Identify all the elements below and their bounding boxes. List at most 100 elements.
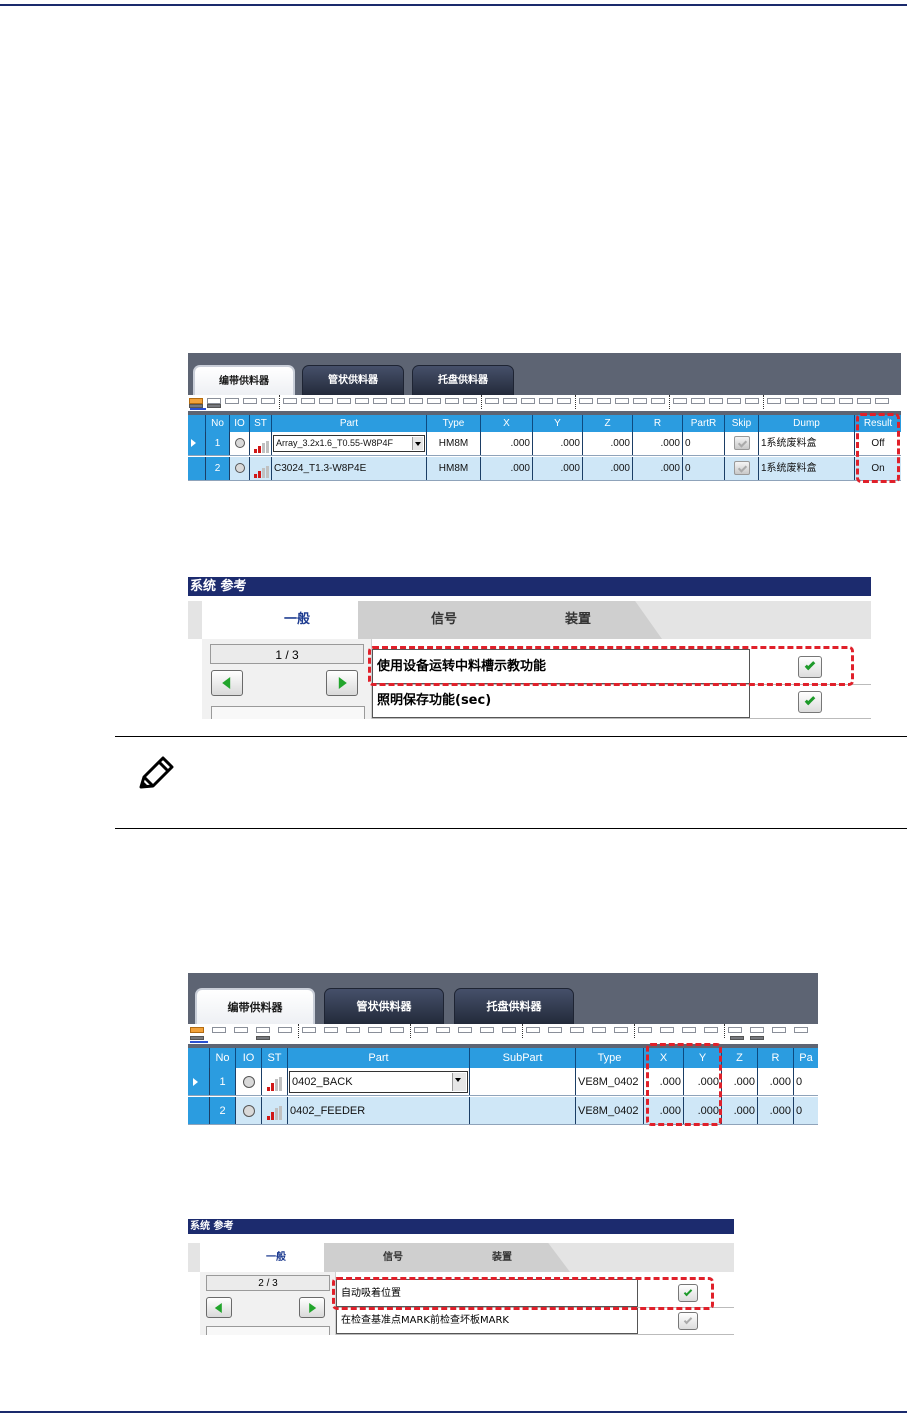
note-block [115, 736, 907, 829]
option-checkbox[interactable] [678, 1284, 698, 1302]
option-row[interactable]: 在检查基准点MARK前检查坏板MARK [336, 1308, 734, 1335]
col-x[interactable]: X [481, 415, 533, 432]
partr-value: 0 [683, 432, 725, 455]
tab-device[interactable]: 装置 [434, 1243, 570, 1272]
z-value: .000 [583, 432, 633, 455]
option-checkbox[interactable] [798, 655, 822, 678]
col-y[interactable]: Y [684, 1048, 722, 1068]
x-value: .000 [481, 457, 533, 480]
col-st[interactable]: ST [262, 1048, 288, 1068]
signal-bars-icon [267, 1077, 283, 1091]
settings-tabs: 一般 信号 装置 [188, 601, 871, 639]
table-row[interactable]: 2 0402_FEEDER VE8M_0402 .000 .000 .000 .… [188, 1097, 818, 1125]
col-type[interactable]: Type [427, 415, 481, 432]
table-header: No IO ST Part Type X Y Z R PartR Skip Du… [188, 415, 901, 432]
pa-value: 0 [796, 1105, 803, 1117]
type-value: VE8M_0402 [576, 1097, 644, 1124]
option-row[interactable]: 自动吸着位置 [336, 1279, 734, 1308]
col-r[interactable]: R [633, 415, 683, 432]
x-value: .000 [644, 1068, 684, 1095]
option-row[interactable]: 使用设备运转中料槽示教功能 [372, 649, 871, 685]
option-label: 使用设备运转中料槽示教功能 [372, 649, 750, 684]
col-subpart[interactable]: SubPart [470, 1048, 576, 1068]
lane-status-strip[interactable] [188, 395, 901, 411]
header-rule [0, 4, 907, 6]
table-row[interactable]: 2 C3024_T1.3-W8P4E HM8M .000 .000 .000 .… [188, 457, 901, 481]
tab-tray-feeder[interactable]: 托盘供料器 [454, 988, 574, 1024]
blank-button[interactable] [211, 706, 365, 719]
z-value: .000 [583, 457, 633, 480]
col-dump[interactable]: Dump [759, 415, 855, 432]
part-value: 0402_BACK [292, 1076, 353, 1088]
part-value[interactable]: 0402_FEEDER [288, 1097, 470, 1124]
row-pointer-icon [193, 1078, 198, 1086]
col-r[interactable]: R [758, 1048, 794, 1068]
y-value: .000 [684, 1097, 722, 1124]
footer-rule [0, 1411, 907, 1413]
page-indicator: 2 / 3 [206, 1275, 330, 1291]
subpart-value [470, 1097, 576, 1124]
dump-value: 1系统废料盒 [759, 457, 855, 480]
col-partr[interactable]: PartR [683, 415, 725, 432]
col-z[interactable]: Z [722, 1048, 758, 1068]
col-x[interactable]: X [644, 1048, 684, 1068]
x-value: .000 [481, 432, 533, 455]
col-st[interactable]: ST [250, 415, 272, 432]
prev-page-button[interactable] [211, 670, 243, 696]
skip-checkbox[interactable] [733, 436, 750, 450]
col-pa[interactable]: Pa [794, 1048, 818, 1068]
chevron-right-icon [338, 677, 347, 689]
io-indicator-icon [234, 463, 245, 473]
col-io[interactable]: IO [230, 415, 250, 432]
row-no: 1 [210, 1068, 236, 1095]
skip-checkbox[interactable] [733, 461, 750, 475]
tab-tube-feeder[interactable]: 管状供料器 [302, 365, 404, 395]
table-header: No IO ST Part SubPart Type X Y Z R Pa [188, 1048, 818, 1068]
tab-device[interactable]: 装置 [494, 601, 662, 639]
result-value: Off [871, 438, 885, 449]
table-row[interactable]: 1 0402_BACK VE8M_0402 .000 .000 .000 .00… [188, 1068, 818, 1096]
tab-tape-feeder[interactable]: 编带供料器 [195, 988, 315, 1024]
col-type[interactable]: Type [576, 1048, 644, 1068]
col-io[interactable]: IO [236, 1048, 262, 1068]
r-value: .000 [633, 432, 683, 455]
table-row[interactable]: 1 Array_3.2x1.6_T0.55-W8P4F HM8M .000 .0… [188, 432, 901, 456]
tab-tape-feeder[interactable]: 编带供料器 [193, 365, 295, 395]
x-value: .000 [644, 1097, 684, 1124]
r-value: .000 [758, 1097, 794, 1124]
next-page-button[interactable] [299, 1297, 325, 1318]
signal-bars-icon [267, 1106, 283, 1120]
chevron-left-icon [222, 677, 231, 689]
tab-tray-feeder[interactable]: 托盘供料器 [412, 365, 514, 395]
col-z[interactable]: Z [583, 415, 633, 432]
feeder-panel-2: 编带供料器 管状供料器 托盘供料器 No IO ST Part SubPart … [188, 973, 818, 1129]
option-checkbox[interactable] [678, 1312, 698, 1330]
col-part[interactable]: Part [272, 415, 427, 432]
part-value[interactable]: C3024_T1.3-W8P4E [272, 457, 427, 480]
feeder-panel-1: 编带供料器 管状供料器 托盘供料器 No IO ST Part Type X Y… [188, 353, 901, 485]
option-checkbox[interactable] [798, 690, 822, 713]
next-page-button[interactable] [326, 670, 358, 696]
lane-status-strip[interactable] [188, 1024, 818, 1044]
chevron-left-icon [214, 1302, 222, 1313]
blank-button[interactable] [206, 1326, 330, 1335]
r-value: .000 [758, 1068, 794, 1095]
subpart-value [470, 1068, 576, 1095]
col-result[interactable]: Result [855, 415, 901, 432]
col-y[interactable]: Y [533, 415, 583, 432]
col-no[interactable]: No [210, 1048, 236, 1068]
option-row[interactable]: 照明保存功能(sec) [372, 685, 871, 719]
chevron-down-icon[interactable] [452, 1073, 466, 1091]
checkmark-icon [683, 1315, 693, 1324]
chevron-down-icon[interactable] [412, 437, 423, 450]
col-skip[interactable]: Skip [725, 415, 759, 432]
col-part[interactable]: Part [288, 1048, 470, 1068]
type-value: HM8M [427, 432, 481, 455]
col-no[interactable]: No [206, 415, 230, 432]
prev-page-button[interactable] [206, 1297, 232, 1318]
part-select[interactable]: Array_3.2x1.6_T0.55-W8P4F [273, 435, 425, 452]
part-select[interactable]: 0402_BACK [289, 1071, 468, 1093]
dump-value: 1系统废料盒 [759, 432, 855, 455]
tab-tube-feeder[interactable]: 管状供料器 [324, 988, 444, 1024]
system-panel-1: 系统 参考 一般 信号 装置 1 / 3 使用设备运转中料槽示教功能 照明保存功… [188, 577, 871, 719]
